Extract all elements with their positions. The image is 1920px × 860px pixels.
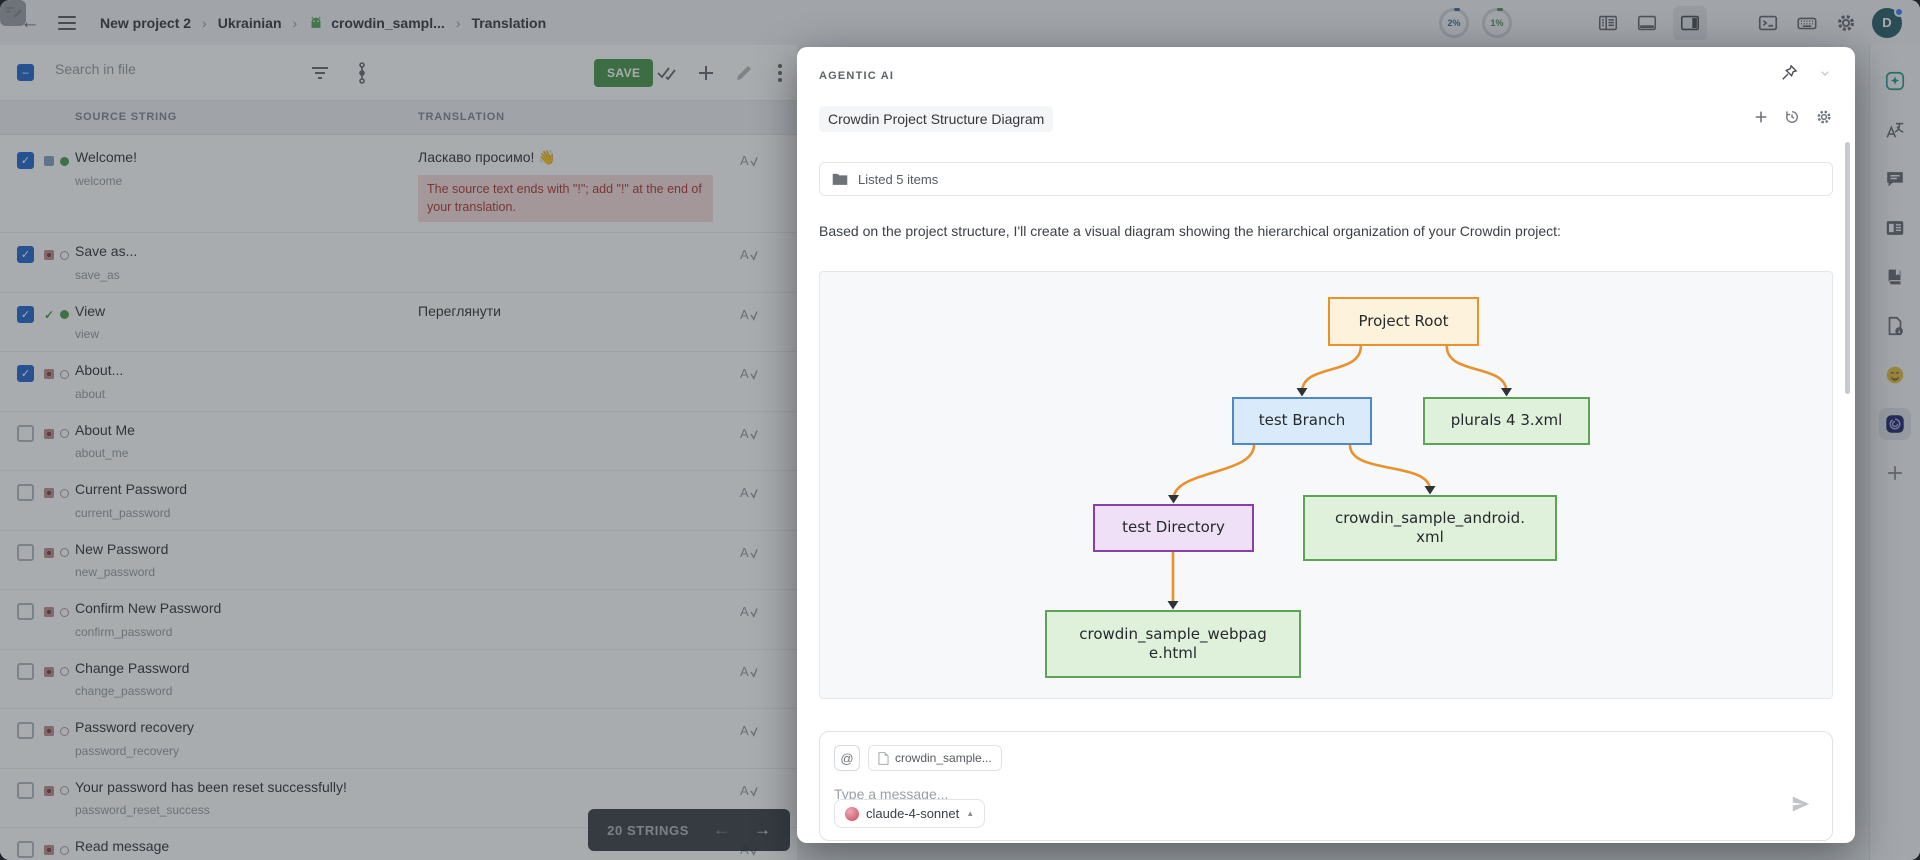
collapse-chevron-icon[interactable] (1817, 65, 1833, 86)
modal-title: AGENTIC AI (819, 70, 894, 82)
modal-header: AGENTIC AI (819, 63, 1833, 88)
diagram-edges (820, 272, 1832, 698)
diagram-node-directory: test Directory (1093, 504, 1254, 552)
mention-button[interactable]: @ (834, 745, 860, 771)
message-composer[interactable]: @ crowdin_sample... Type a message... cl… (819, 731, 1833, 841)
history-icon[interactable] (1783, 108, 1801, 131)
diagram-node-branch: test Branch (1232, 397, 1372, 445)
model-name: claude-4-sonnet (866, 806, 959, 821)
pin-icon[interactable] (1779, 63, 1799, 88)
tool-result-box[interactable]: Listed 5 items (819, 162, 1833, 196)
assistant-message: Based on the project structure, I'll cre… (819, 223, 1833, 239)
assistant-settings-icon[interactable] (1815, 108, 1833, 131)
send-button[interactable] (1790, 793, 1812, 820)
diagram-node-root: Project Root (1328, 297, 1479, 346)
conversation-title-row: Crowdin Project Structure Diagram (819, 106, 1833, 132)
agentic-ai-modal: AGENTIC AI Crowdin Project Structure Dia… (797, 47, 1855, 843)
app-window: ← New project 2›Ukrainian›crowdin_sampl.… (0, 0, 1920, 860)
modal-scrollbar[interactable] (1845, 142, 1850, 394)
conversation-title[interactable]: Crowdin Project Structure Diagram (819, 106, 1053, 132)
diagram-node-plurals: plurals 4 3.xml (1423, 397, 1590, 445)
diagram-node-android: crowdin_sample_android.xml (1303, 495, 1557, 561)
file-icon (878, 752, 889, 765)
model-logo-icon (845, 807, 859, 821)
caret-up-icon: ▲ (966, 809, 974, 818)
tool-result-label: Listed 5 items (858, 172, 938, 187)
folder-icon (832, 172, 848, 186)
context-file-chip[interactable]: crowdin_sample... (868, 745, 1002, 771)
model-selector[interactable]: claude-4-sonnet ▲ (834, 799, 985, 828)
send-plane-icon (1790, 793, 1812, 815)
project-structure-diagram: Project Root test Branch plurals 4 3.xml te… (819, 271, 1833, 699)
new-conversation-icon[interactable] (1753, 109, 1769, 130)
diagram-node-webpage: crowdin_sample_webpage.html (1045, 610, 1301, 678)
